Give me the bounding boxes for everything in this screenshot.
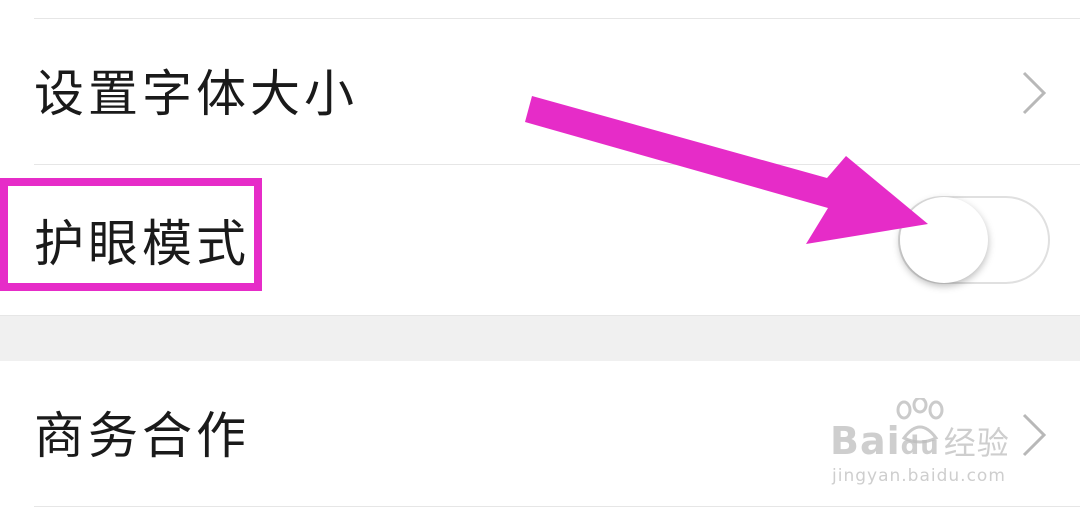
section-gap (0, 315, 1080, 362)
settings-item-label: 设置字体大小 (34, 65, 358, 123)
eye-mode-toggle[interactable] (898, 196, 1050, 284)
watermark-cn: 经验 (943, 424, 1010, 462)
settings-item-font-size[interactable]: 设置字体大小 (0, 19, 1080, 164)
watermark-logo: Baidu 经验 (830, 418, 1010, 464)
watermark-brand-suffix: du (900, 431, 940, 461)
watermark-url: jingyan.baidu.com (832, 466, 1006, 486)
settings-item-label: 商务合作 (34, 407, 250, 465)
annotation-highlight-box (0, 178, 262, 291)
chevron-right-icon (1022, 71, 1046, 115)
baidu-jingyan-watermark: Baidu 经验 jingyan.baidu.com (830, 398, 1030, 494)
bottom-divider (34, 506, 1080, 507)
toggle-knob (900, 197, 988, 283)
watermark-brand: Bai (830, 419, 901, 463)
